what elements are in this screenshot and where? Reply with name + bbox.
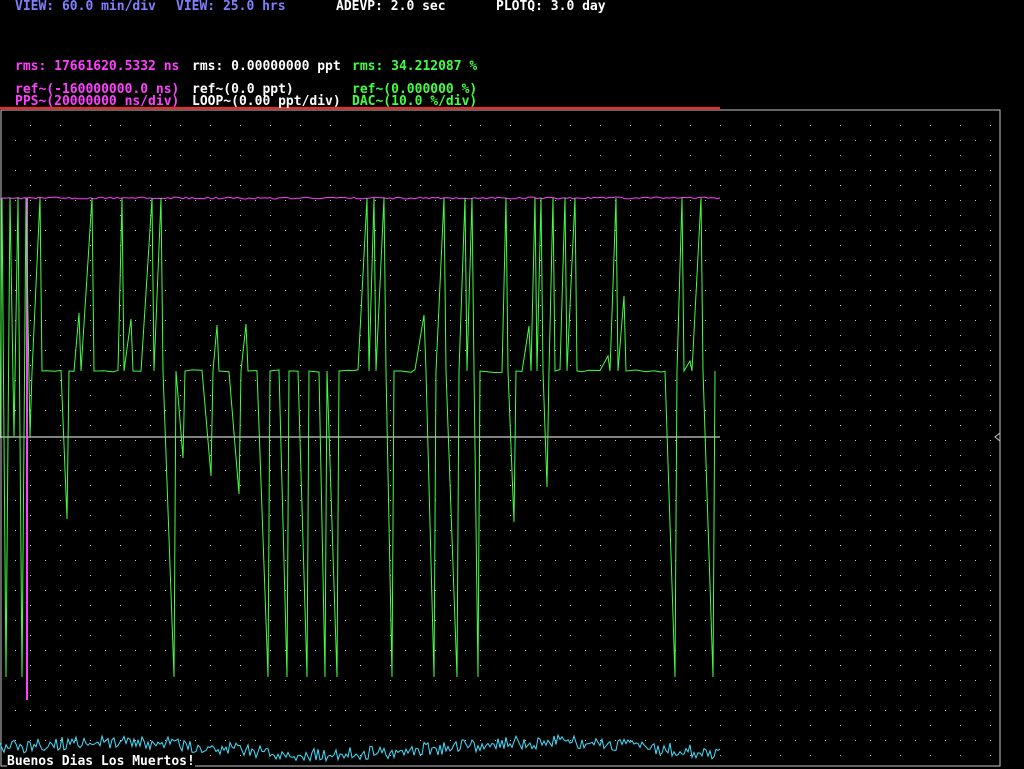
rms-loop: rms: 0.00000000 ppt [192,59,341,74]
view-min-label: VIEW: 60.0 min/div [15,0,156,14]
view-hrs-label: VIEW: 25.0 hrs [176,0,286,14]
footer-message: Buenos Dias Los Muertos! [7,754,195,769]
plot-area [0,107,1001,767]
rms-dac: rms: 34.212087 % [352,59,478,74]
loop-scale: LOOP~(0.00 ppt/div) [192,94,341,109]
pps-trace [0,196,721,200]
pps-scale: PPS~(20000000 ns/div) [15,94,180,109]
dac-scale: DAC~(10.0 %/div) [352,94,478,109]
right-edge-marker [994,432,1001,442]
plotq-label: PLOTQ: 3.0 day [496,0,606,14]
rms-pps: rms: 17661620.5332 ns [15,59,180,74]
adevp-label: ADEVP: 2.0 sec [336,0,446,14]
